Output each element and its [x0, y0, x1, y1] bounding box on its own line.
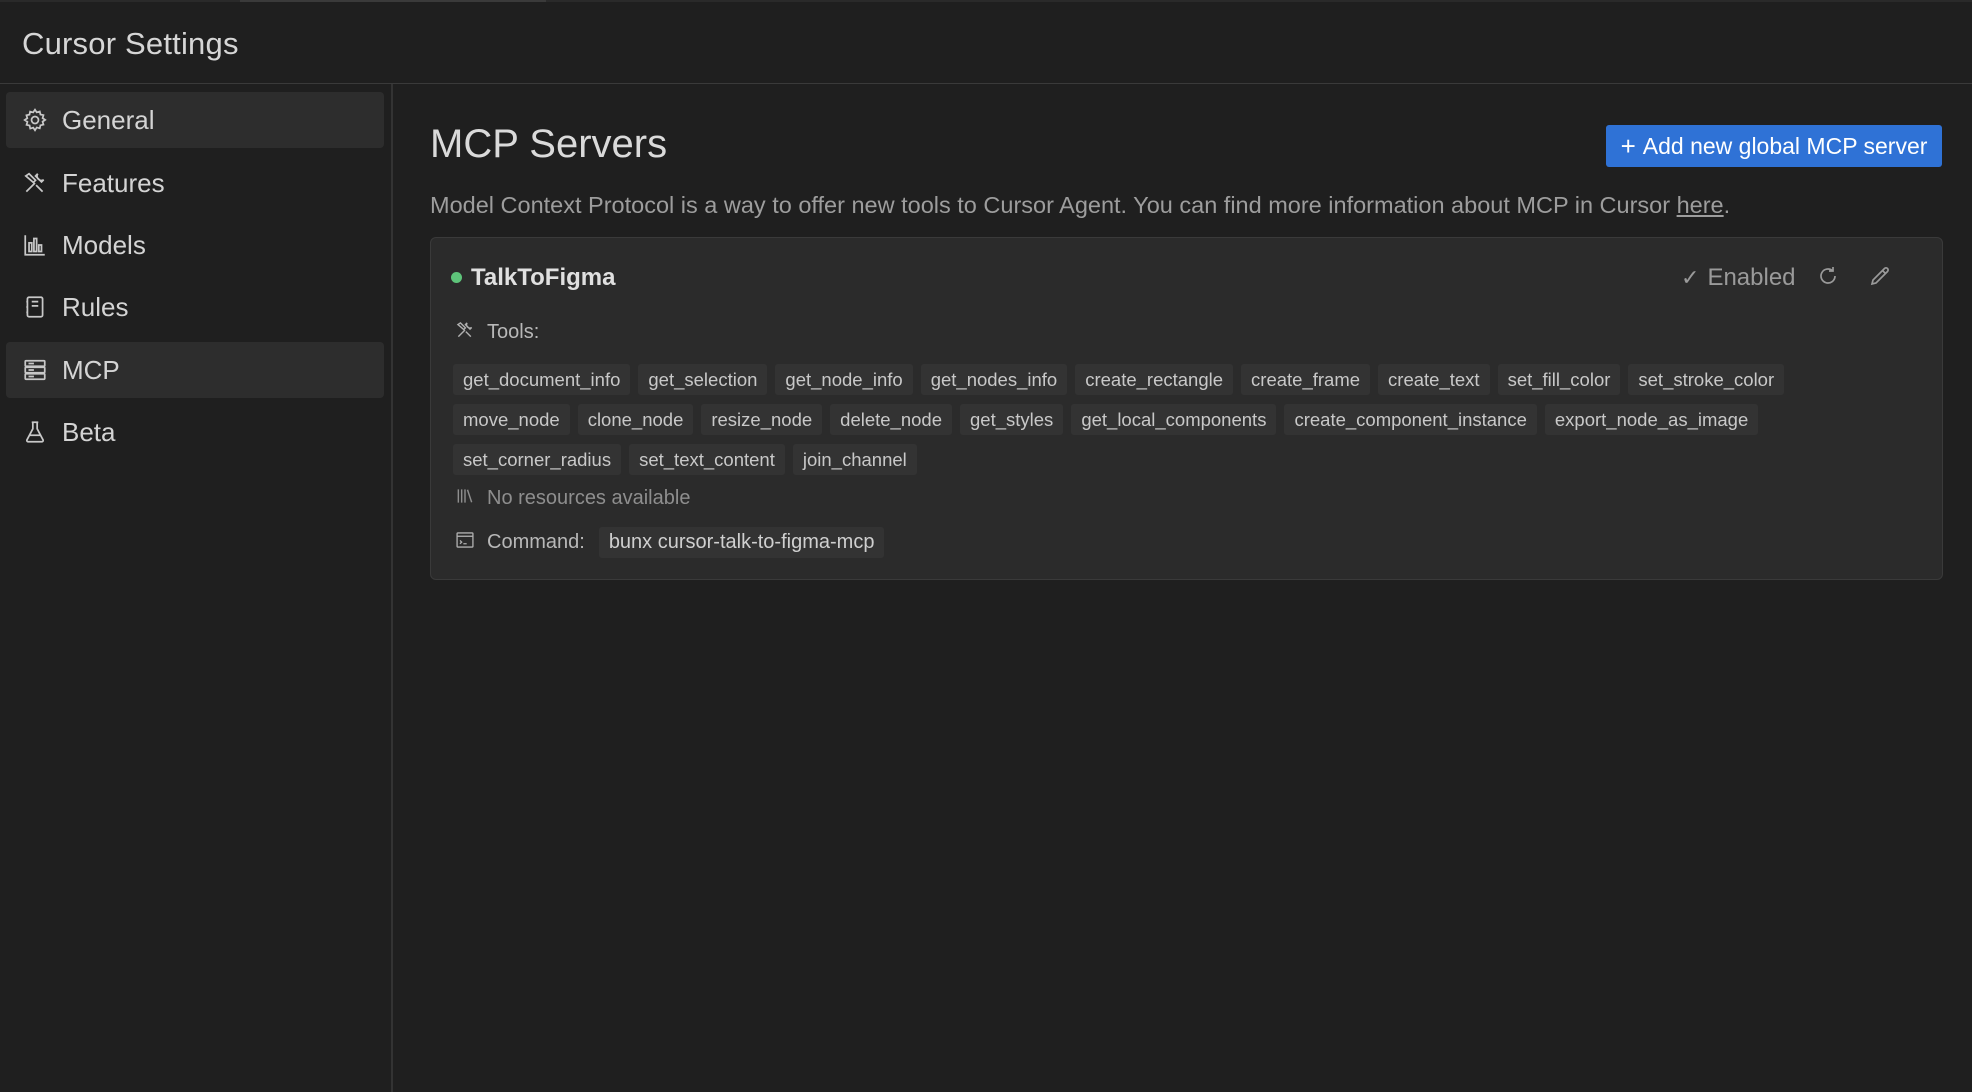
library-icon	[455, 486, 475, 511]
refresh-icon[interactable]	[1814, 262, 1842, 290]
tool-tag: export_node_as_image	[1544, 404, 1759, 435]
mcp-description: Model Context Protocol is a way to offer…	[430, 192, 1730, 219]
resources-row: No resources available	[455, 486, 690, 511]
command-label: Command:	[487, 531, 585, 553]
no-resources-label: No resources available	[487, 487, 691, 509]
tools-row-1: get_document_info get_selection get_node…	[453, 364, 1792, 395]
description-end: .	[1723, 192, 1731, 218]
tools-icon	[455, 320, 475, 345]
sidebar-item-rules[interactable]: Rules	[6, 279, 384, 335]
tool-tag: get_selection	[638, 364, 768, 395]
sidebar-item-label: MCP	[62, 354, 120, 385]
status-dot	[451, 272, 462, 283]
tool-tag: resize_node	[701, 404, 823, 435]
enabled-toggle[interactable]: ✓ Enabled	[1681, 264, 1796, 292]
tool-tag: get_document_info	[453, 364, 631, 395]
command-row: Command: bunx cursor-talk-to-figma-mcp	[455, 527, 885, 558]
page-title: MCP Servers	[430, 122, 668, 166]
flask-icon	[22, 419, 48, 445]
tool-tag: clone_node	[577, 404, 694, 435]
sidebar: General Features Models Rules MCP Beta	[0, 84, 393, 1092]
sidebar-item-general[interactable]: General	[6, 92, 384, 148]
notebook-icon	[22, 294, 48, 320]
tool-tag: create_component_instance	[1284, 404, 1537, 435]
sidebar-item-features[interactable]: Features	[6, 155, 384, 211]
tools-row-2: move_node clone_node resize_node delete_…	[453, 404, 1766, 435]
tool-tag: get_node_info	[775, 364, 913, 395]
tool-tag: set_text_content	[629, 444, 785, 475]
tool-tag: get_local_components	[1071, 404, 1277, 435]
tools-icon	[22, 170, 48, 196]
check-icon: ✓	[1681, 265, 1700, 290]
sidebar-item-models[interactable]: Models	[6, 217, 384, 273]
tool-tag: get_styles	[960, 404, 1064, 435]
sidebar-item-label: Models	[62, 229, 146, 260]
plus-icon: +	[1620, 131, 1636, 161]
sidebar-item-label: General	[62, 104, 155, 135]
tool-tag: create_text	[1378, 364, 1490, 395]
main-panel: MCP Servers + Add new global MCP server …	[395, 84, 1972, 1092]
tool-tag: delete_node	[830, 404, 953, 435]
tool-tag: get_nodes_info	[920, 364, 1068, 395]
sidebar-item-mcp[interactable]: MCP	[6, 342, 384, 398]
tool-tag: set_fill_color	[1497, 364, 1621, 395]
terminal-icon	[455, 530, 475, 555]
tool-tag: create_frame	[1241, 364, 1371, 395]
add-mcp-server-button[interactable]: + Add new global MCP server	[1606, 125, 1942, 167]
mcp-server-card: TalkToFigma ✓ Enabled Tools: get_documen…	[430, 237, 1943, 580]
description-text: Model Context Protocol is a way to offer…	[430, 192, 1677, 218]
app-title: Cursor Settings	[22, 26, 239, 61]
mcp-docs-link[interactable]: here	[1677, 192, 1724, 218]
tools-row-3: set_corner_radius set_text_content join_…	[453, 444, 925, 475]
tool-tag: set_corner_radius	[453, 444, 622, 475]
tools-header: Tools:	[455, 320, 539, 345]
title-bar: Cursor Settings	[0, 0, 1972, 84]
tool-tag: create_rectangle	[1075, 364, 1234, 395]
command-value: bunx cursor-talk-to-figma-mcp	[598, 527, 885, 558]
tools-label: Tools:	[487, 321, 540, 343]
sidebar-item-label: Beta	[62, 416, 116, 447]
sidebar-item-label: Features	[62, 167, 165, 198]
edit-icon[interactable]	[1866, 262, 1894, 290]
gear-icon	[22, 107, 48, 133]
server-name: TalkToFigma	[471, 264, 616, 291]
tool-tag: move_node	[453, 404, 570, 435]
server-icon	[22, 357, 48, 383]
sidebar-item-label: Rules	[62, 291, 129, 322]
sidebar-item-beta[interactable]: Beta	[6, 404, 384, 460]
bar-chart-icon	[22, 232, 48, 258]
tool-tag: set_stroke_color	[1628, 364, 1785, 395]
add-mcp-server-label: Add new global MCP server	[1642, 132, 1928, 159]
enabled-label: Enabled	[1707, 264, 1796, 291]
tool-tag: join_channel	[792, 444, 917, 475]
